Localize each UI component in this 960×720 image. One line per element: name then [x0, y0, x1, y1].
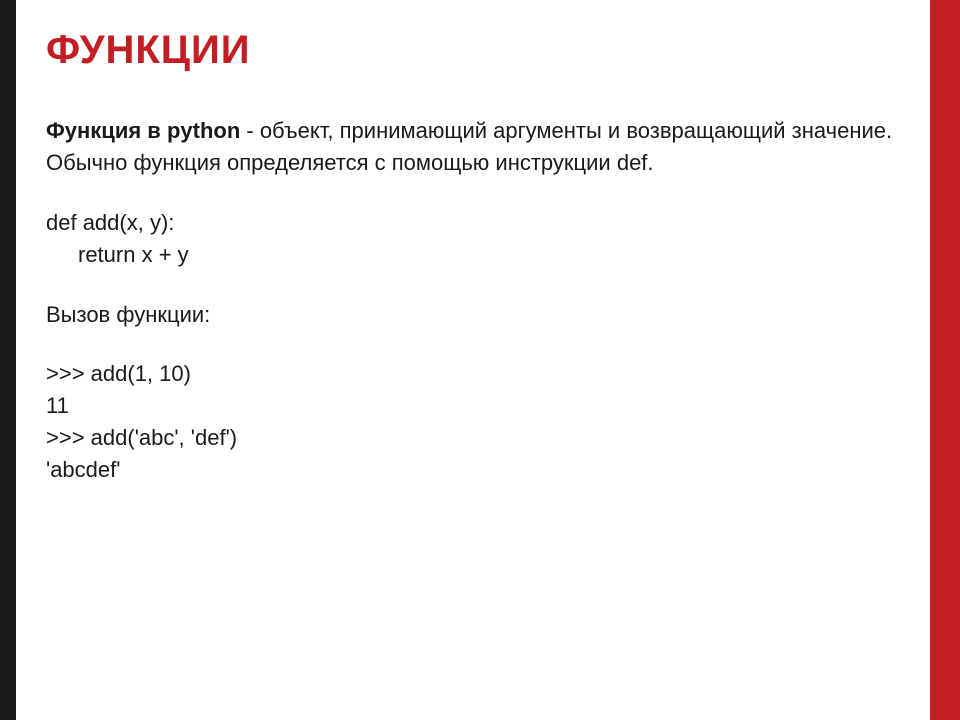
intro-rest-text: - объект, принимающий аргументы и возвра…: [240, 118, 892, 143]
spacer: [46, 330, 908, 358]
sidebar-left-stripe: [0, 0, 16, 720]
code-return-line: return x + y: [46, 239, 908, 271]
call-label: Вызов функции:: [46, 299, 908, 331]
intro-bold-term: Функция в python: [46, 118, 240, 143]
repl-line1: >>> add(1, 10): [46, 358, 908, 390]
repl-out2: 'abcdef': [46, 454, 908, 486]
code-def-line: def add(x, y):: [46, 207, 908, 239]
spacer: [46, 271, 908, 299]
repl-line2: >>> add('abc', 'def'): [46, 422, 908, 454]
repl-out1: 11: [46, 390, 908, 422]
sidebar-right-stripe: [930, 0, 960, 720]
intro-paragraph: Функция в python - объект, принимающий а…: [46, 115, 908, 147]
slide-title: Функции: [46, 28, 908, 73]
intro-line2: Обычно функция определяется с помощью ин…: [46, 147, 908, 179]
spacer: [46, 179, 908, 207]
slide-content: Функции Функция в python - объект, прини…: [16, 0, 930, 720]
